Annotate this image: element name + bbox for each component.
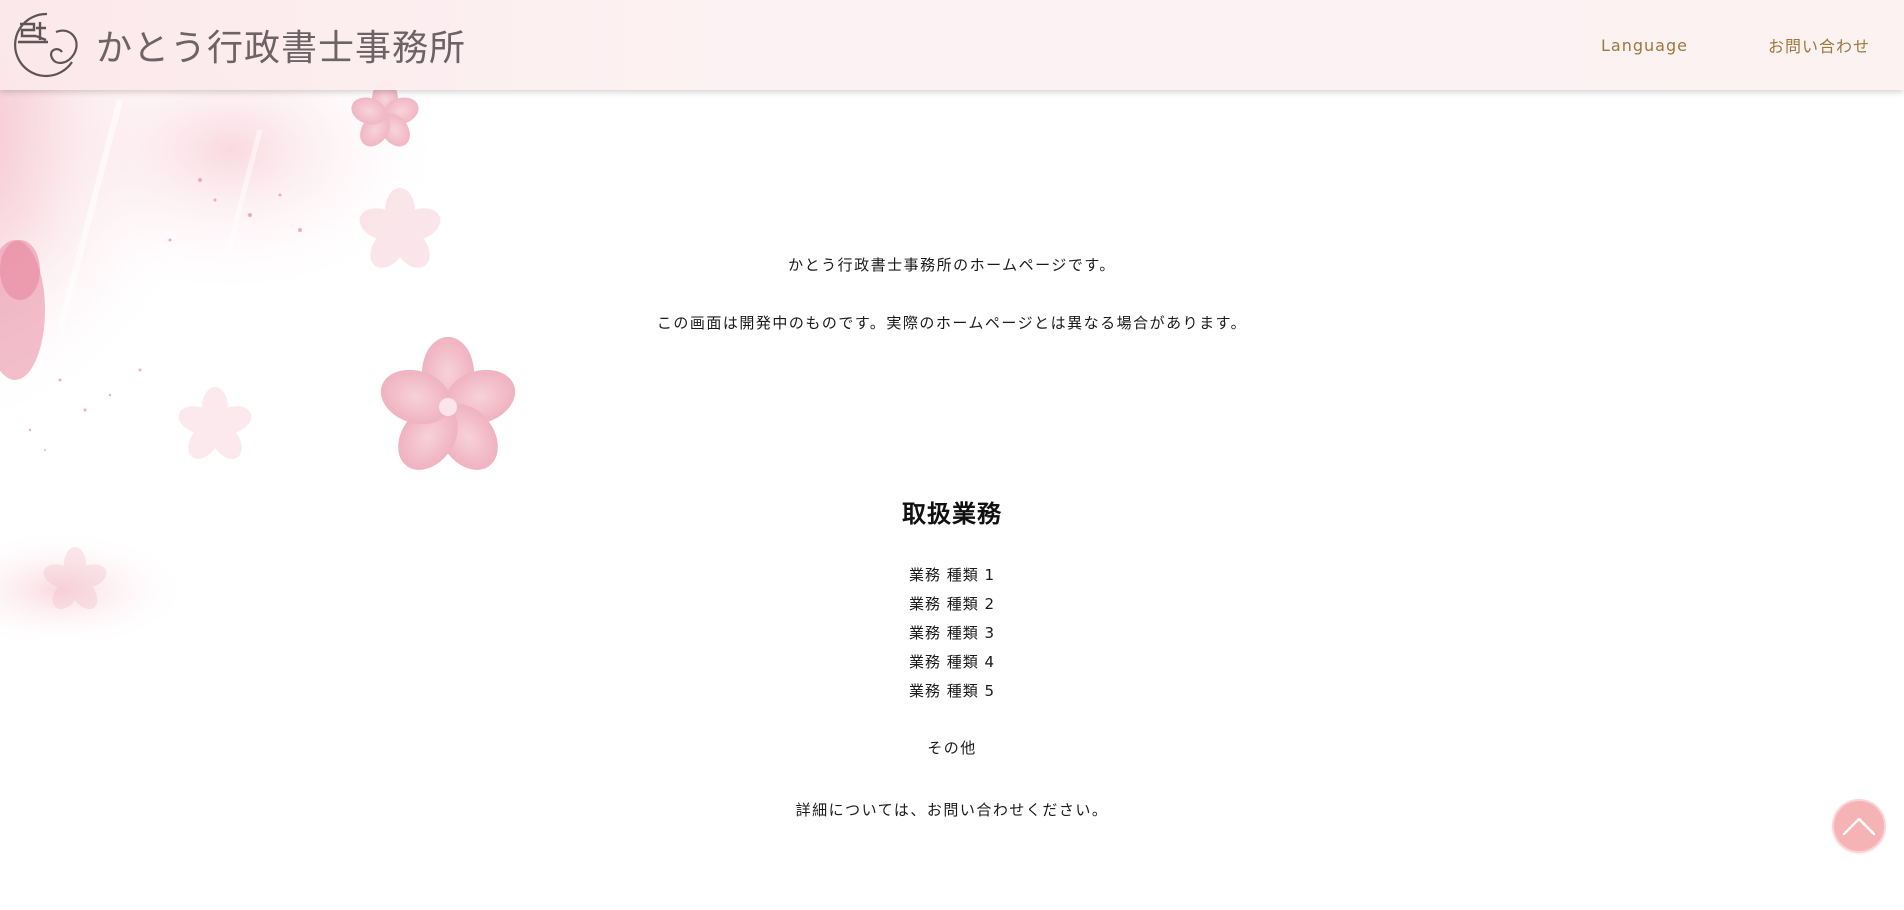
list-item: 業務 種類 2 — [908, 595, 996, 613]
chevron-up-icon — [1842, 817, 1876, 836]
site-header: かとう行政書士事務所 Language お問い合わせ — [0, 0, 1904, 90]
development-notice: この画面は開発中のものです。実際のホームページとは異なる場合があります。 — [656, 314, 1248, 332]
services-title: 取扱業務 — [902, 500, 1002, 528]
services-list: 業務 種類 1 業務 種類 2 業務 種類 3 業務 種類 4 業務 種類 5 — [0, 561, 1904, 706]
intro-text: かとう行政書士事務所のホームページです。 — [788, 256, 1116, 274]
list-item: 業務 種類 4 — [908, 653, 996, 671]
contact-note: 詳細については、お問い合わせください。 — [795, 801, 1109, 819]
services-other: その他 — [927, 739, 977, 757]
site-logo[interactable]: かとう行政書士事務所 — [12, 10, 466, 80]
logo-text: かとう行政書士事務所 — [96, 28, 467, 69]
list-item: 業務 種類 5 — [908, 682, 996, 700]
list-item: 業務 種類 1 — [908, 566, 996, 584]
logo-emblem-icon — [14, 12, 78, 78]
nav-contact-link[interactable]: お問い合わせ — [1768, 33, 1870, 57]
list-item: 業務 種類 3 — [908, 624, 996, 642]
back-to-top-button[interactable] — [1834, 801, 1884, 851]
nav-language-link[interactable]: Language — [1601, 36, 1688, 55]
page: かとう行政書士事務所 Language お問い合わせ かとう行政書士事務所のホー… — [0, 0, 1904, 910]
main-nav: Language お問い合わせ — [1601, 0, 1904, 90]
